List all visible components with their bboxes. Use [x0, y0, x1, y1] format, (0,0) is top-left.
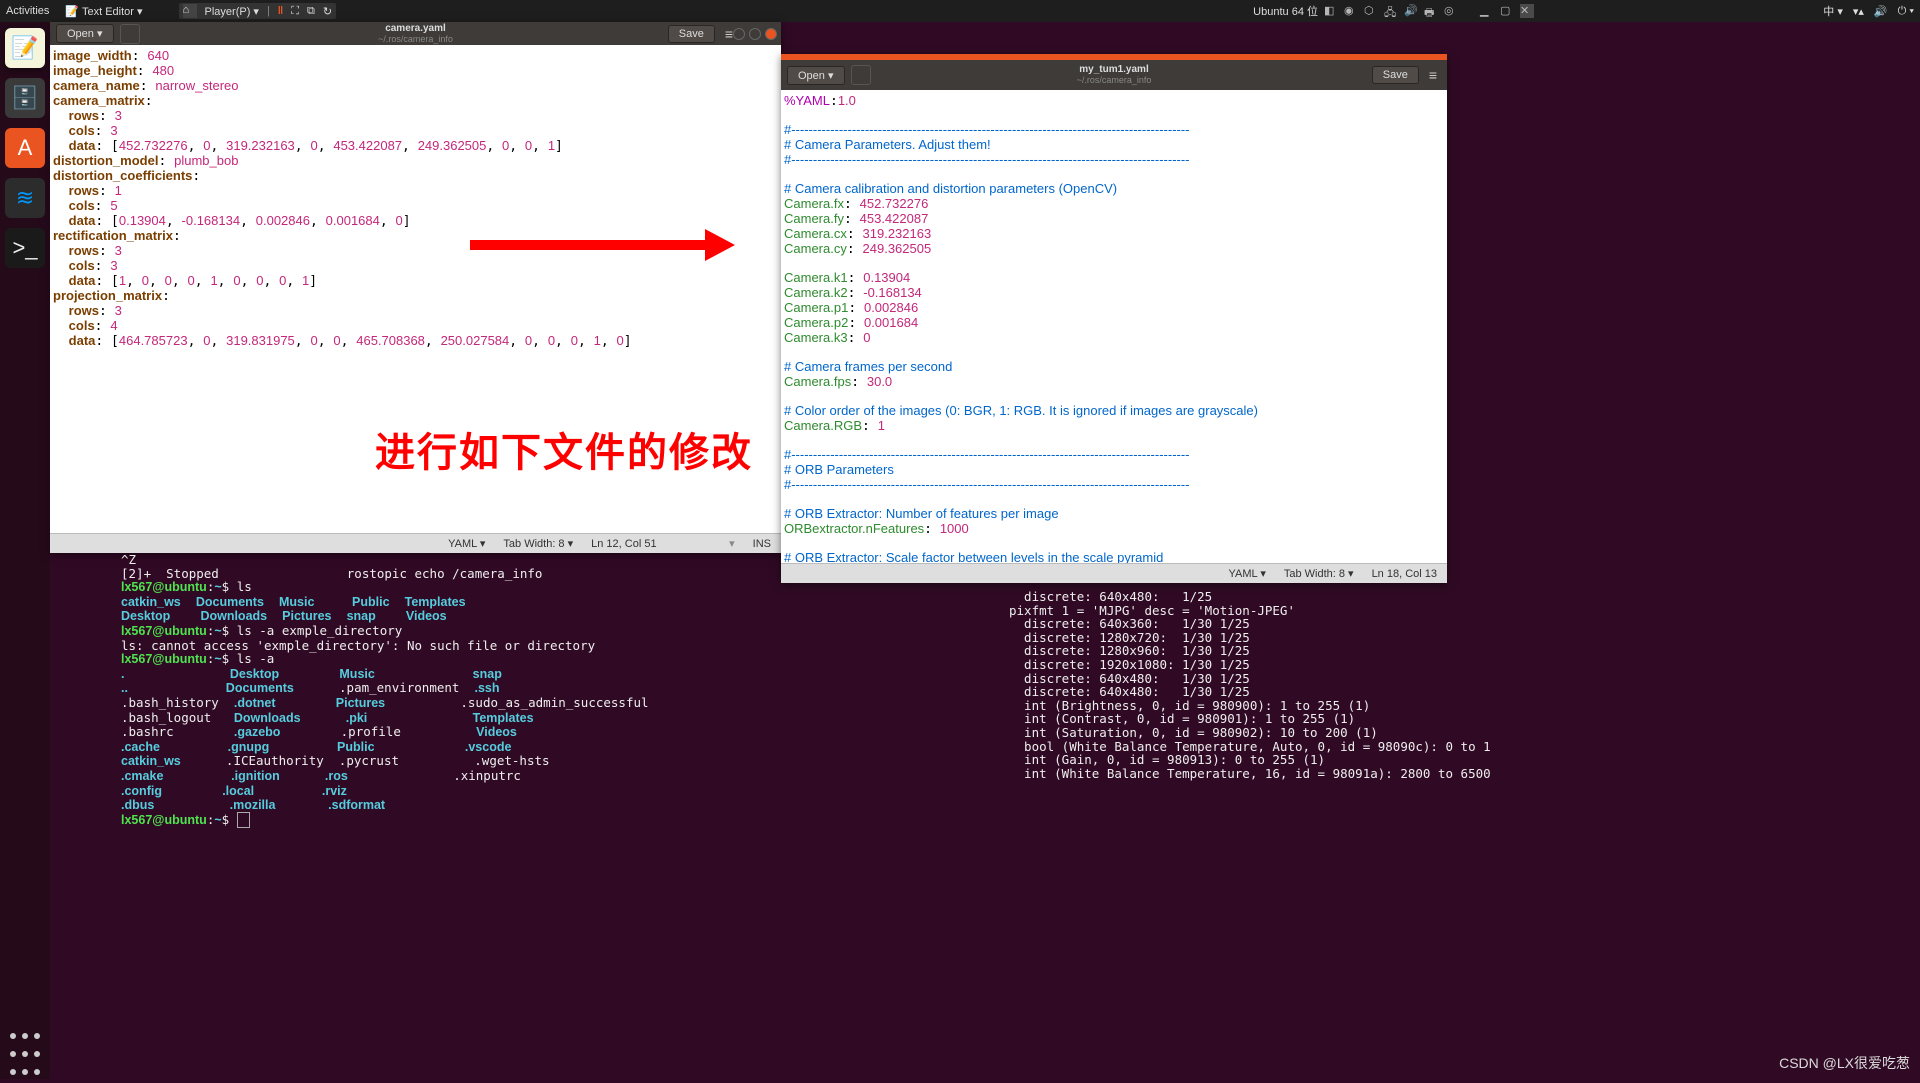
- statusbar: YAML Tab Width: 8 Ln 12, Col 51 ▾ INS: [50, 533, 781, 553]
- file-path: ~/.ros/camera_info: [378, 34, 453, 44]
- close-button[interactable]: [765, 28, 777, 40]
- fullscreen-icon[interactable]: ⛶: [291, 5, 299, 18]
- tab-width[interactable]: Tab Width: 8: [1284, 567, 1354, 580]
- editor-window-my-tum1-yaml: my_tum1.yaml~/.ros/camera_info Open ▾ Sa…: [781, 54, 1447, 583]
- titlebar[interactable]: my_tum1.yaml~/.ros/camera_info Open ▾ Sa…: [781, 60, 1447, 90]
- file-title: camera.yaml: [385, 24, 446, 34]
- dock-software[interactable]: A: [5, 128, 45, 168]
- ubuntu-dock: 🦊 🗄️ A ≋ >_ 📝: [0, 22, 50, 1079]
- network-icon[interactable]: ▾▴: [1853, 5, 1864, 18]
- maximize-icon[interactable]: ▢: [1500, 4, 1514, 18]
- insert-mode[interactable]: INS: [753, 538, 771, 550]
- dock-files[interactable]: 🗄️: [5, 78, 45, 118]
- dock-show-apps[interactable]: [7, 1029, 43, 1065]
- volume-icon[interactable]: 🔊: [1874, 5, 1888, 18]
- app-menu[interactable]: 📝 Text Editor ▾: [65, 5, 142, 18]
- ubuntu-menubar: Activities 📝 Text Editor ▾ ⌂ Player(P) ▾…: [0, 0, 1920, 22]
- max-button[interactable]: [749, 28, 761, 40]
- dock-text-editor[interactable]: 📝: [5, 28, 45, 68]
- vm-name-label: Ubuntu 64 位: [1253, 3, 1318, 19]
- file-title: my_tum1.yaml: [1079, 65, 1148, 75]
- vm-disk-icon[interactable]: ◎: [1444, 4, 1458, 18]
- close-icon[interactable]: ✕: [1520, 4, 1534, 18]
- pause-icon[interactable]: ‖: [278, 5, 283, 17]
- new-tab-icon[interactable]: [120, 24, 140, 44]
- open-button[interactable]: Open ▾: [787, 66, 845, 85]
- annotation-text: 进行如下文件的修改: [375, 420, 753, 478]
- new-tab-icon[interactable]: [851, 65, 871, 85]
- vm-net-icon[interactable]: 🖧: [1384, 4, 1398, 18]
- syntax-mode[interactable]: YAML: [448, 537, 485, 550]
- terminal-right[interactable]: discrete: 640x480: 1/25 pixfmt 1 = 'MJPG…: [1009, 590, 1449, 800]
- dock-vscode[interactable]: ≋: [5, 178, 45, 218]
- dock-terminal[interactable]: >_: [5, 228, 45, 268]
- terminal-left[interactable]: ^Z [2]+ Stopped rostopic echo /camera_in…: [121, 553, 951, 813]
- vmware-toolbar: ⌂ Player(P) ▾ | ‖ ⛶ ⧉ ↻: [179, 3, 337, 19]
- watermark: CSDN @LX很爱吃葱: [1779, 1053, 1910, 1073]
- vm-device-icon[interactable]: ◧: [1324, 4, 1338, 18]
- syntax-mode[interactable]: YAML: [1229, 567, 1266, 580]
- cycle-icon[interactable]: ↻: [323, 5, 332, 18]
- tab-width[interactable]: Tab Width: 8: [503, 537, 573, 550]
- code-area[interactable]: %YAML:1.0 #-----------------------------…: [781, 90, 1447, 563]
- save-button[interactable]: Save: [1372, 66, 1419, 84]
- power-icon[interactable]: ⏻ ▾: [1898, 5, 1914, 18]
- vm-sound-icon[interactable]: 🔊: [1404, 4, 1418, 18]
- activities-button[interactable]: Activities: [6, 5, 49, 17]
- home-icon[interactable]: ⌂: [183, 4, 197, 18]
- titlebar[interactable]: camera.yaml~/.ros/camera_info Open ▾ Sav…: [50, 22, 781, 45]
- menu-icon[interactable]: ≡: [721, 26, 737, 42]
- vm-usb-icon[interactable]: ⬡: [1364, 4, 1378, 18]
- unity-icon[interactable]: ⧉: [307, 5, 315, 18]
- system-tray: 中 ▾ ▾▴ 🔊 ⏻ ▾: [1823, 3, 1914, 19]
- vm-cd-icon[interactable]: ◉: [1344, 4, 1358, 18]
- app-menu-label: Text Editor ▾: [82, 6, 143, 18]
- cursor-pos: Ln 12, Col 51: [591, 538, 711, 550]
- input-lang[interactable]: 中 ▾: [1823, 3, 1843, 19]
- menu-icon[interactable]: ≡: [1425, 67, 1441, 83]
- cursor-pos: Ln 18, Col 13: [1372, 568, 1437, 580]
- vmware-player-menu[interactable]: Player(P) ▾: [205, 5, 259, 18]
- file-path: ~/.ros/camera_info: [1077, 75, 1152, 85]
- vm-print-icon[interactable]: 🖶: [1424, 4, 1438, 18]
- save-button[interactable]: Save: [668, 25, 715, 43]
- open-button[interactable]: Open ▾: [56, 24, 114, 43]
- minimize-icon[interactable]: ▁: [1480, 4, 1494, 18]
